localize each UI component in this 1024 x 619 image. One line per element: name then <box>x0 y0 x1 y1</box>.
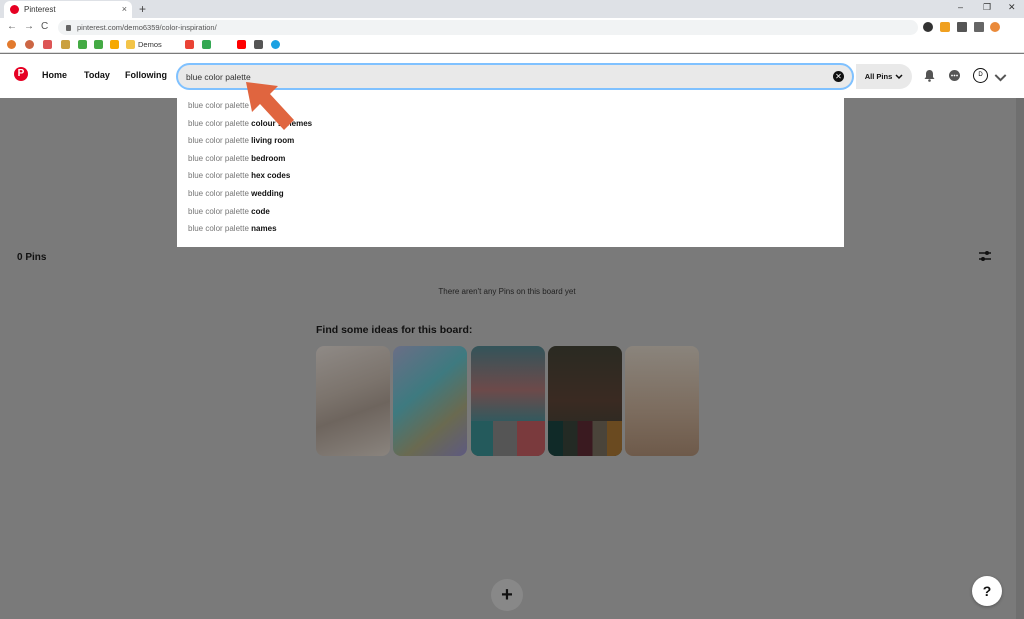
url-text: pinterest.com/demo6359/color-inspiration… <box>77 23 217 32</box>
bookmark-demos[interactable]: Demos <box>138 40 162 49</box>
analytics-bookmark-icon[interactable] <box>110 40 119 49</box>
youtube-icon[interactable] <box>237 40 246 49</box>
extension-icon[interactable] <box>940 22 950 32</box>
idea-pin-thumbnail[interactable] <box>625 346 699 456</box>
browser-tab-strip: Pinterest × + – ❐ ✕ <box>0 0 1024 18</box>
code-icon[interactable] <box>254 40 263 49</box>
idea-pin-thumbnail[interactable] <box>316 346 390 456</box>
search-suggestion[interactable]: blue color palette living room <box>188 136 294 145</box>
window-close-icon[interactable]: ✕ <box>1008 2 1016 13</box>
folder-icon[interactable] <box>126 40 135 49</box>
filter-settings-icon[interactable] <box>978 250 992 262</box>
bookmark-icon[interactable] <box>94 40 103 49</box>
idea-pin-thumbnail[interactable] <box>471 346 545 456</box>
search-suggestion[interactable]: blue color palette code <box>188 207 270 216</box>
search-filter-label: All Pins <box>864 72 893 81</box>
account-chevron-down-icon[interactable] <box>994 71 1007 84</box>
idea-pin-thumbnail[interactable] <box>548 346 622 456</box>
tab-close-icon[interactable]: × <box>122 4 127 14</box>
gmail-icon[interactable] <box>185 40 194 49</box>
empty-board-message: There aren't any Pins on this board yet <box>438 287 576 296</box>
search-filter-dropdown[interactable]: All Pins <box>856 64 912 89</box>
bookmark-icon[interactable] <box>78 40 87 49</box>
chevron-down-icon <box>895 73 903 79</box>
scrollbar[interactable] <box>1016 98 1024 619</box>
google-drive-icon[interactable] <box>202 40 211 49</box>
restore-icon[interactable]: ❐ <box>983 2 991 13</box>
help-button[interactable]: ? <box>972 576 1002 606</box>
browser-toolbar: ← → C pinterest.com/demo6359/color-inspi… <box>0 18 1024 37</box>
bookmark-icon[interactable] <box>43 40 52 49</box>
avatar[interactable]: D <box>973 68 988 83</box>
minimize-icon[interactable]: – <box>958 2 963 12</box>
idea-pin-thumbnail[interactable] <box>393 346 467 456</box>
nav-following[interactable]: Following <box>125 70 167 80</box>
bookmarks-bar: Demos <box>0 37 1024 53</box>
bookmark-icon[interactable] <box>25 40 34 49</box>
forward-icon[interactable]: → <box>24 21 34 32</box>
search-suggestion[interactable]: blue color palette wedding <box>188 189 284 198</box>
search-input-value: blue color palette <box>186 72 251 82</box>
reload-icon[interactable]: C <box>41 21 48 32</box>
lock-icon <box>66 24 71 31</box>
clear-search-icon[interactable]: ✕ <box>833 71 844 82</box>
puzzle-icon[interactable] <box>974 22 984 32</box>
notifications-bell-icon[interactable] <box>923 69 936 82</box>
bookmark-icon[interactable] <box>271 40 280 49</box>
annotation-arrow-icon <box>246 82 294 130</box>
search-suggestion[interactable]: blue color palette <box>188 101 249 110</box>
search-suggestion[interactable]: blue color palette bedroom <box>188 154 285 163</box>
messages-icon[interactable] <box>948 69 961 82</box>
bookmark-icon[interactable] <box>7 40 16 49</box>
search-suggestion[interactable]: blue color palette hex codes <box>188 171 290 180</box>
qr-extension-icon[interactable] <box>957 22 967 32</box>
search-suggestion[interactable]: blue color palette names <box>188 224 277 233</box>
address-bar[interactable]: pinterest.com/demo6359/color-inspiration… <box>58 20 918 35</box>
pinterest-favicon-icon <box>10 5 19 14</box>
extension-icon[interactable] <box>923 22 933 32</box>
new-tab-button[interactable]: + <box>139 2 146 16</box>
ideas-title: Find some ideas for this board: <box>316 324 473 336</box>
browser-tab[interactable]: Pinterest × <box>4 1 132 18</box>
add-pin-button[interactable]: + <box>491 579 523 611</box>
profile-icon[interactable] <box>990 22 1000 32</box>
nav-today[interactable]: Today <box>84 70 110 80</box>
bookmark-icon[interactable] <box>61 40 70 49</box>
pinterest-logo-icon[interactable]: P <box>14 67 28 81</box>
tab-title: Pinterest <box>24 5 56 14</box>
back-icon[interactable]: ← <box>7 21 17 32</box>
nav-home[interactable]: Home <box>42 70 67 80</box>
pins-count: 0 Pins <box>17 252 47 263</box>
